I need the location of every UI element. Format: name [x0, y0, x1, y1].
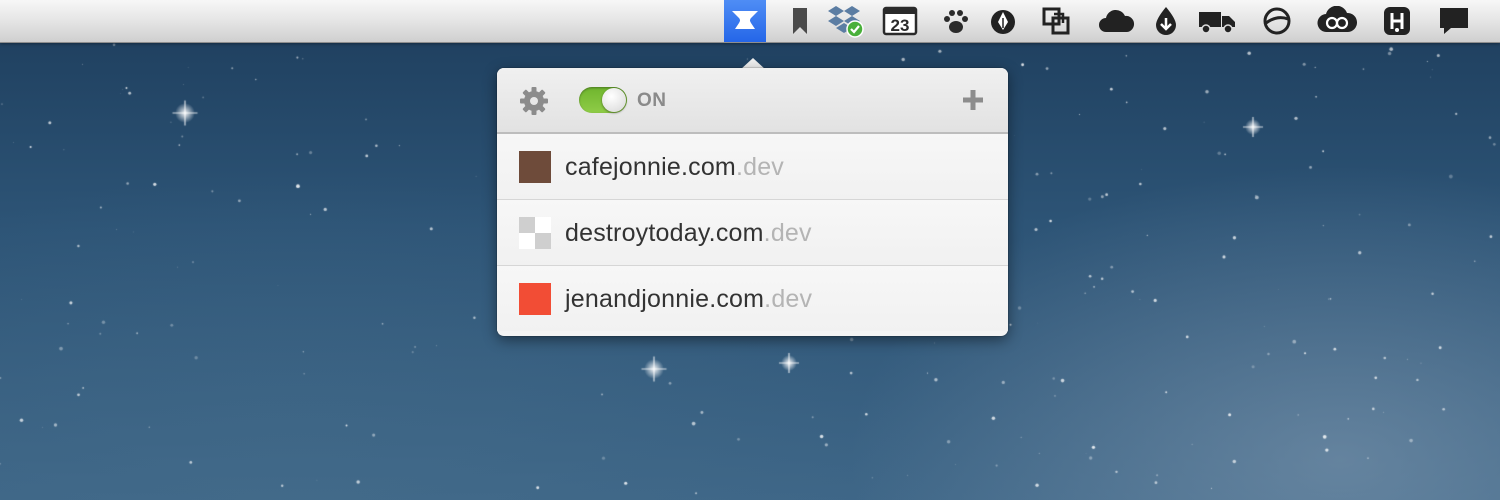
drop-download-icon[interactable] [1145, 0, 1187, 42]
site-list: cafejonnie.com.dev destroytoday.com.dev … [497, 134, 1008, 331]
calendar-icon[interactable]: 23 [879, 0, 921, 42]
paw-icon[interactable] [935, 0, 977, 42]
toggle-knob[interactable] [602, 88, 626, 112]
sites-popover: ON cafejonnie.com.dev destroytoday.com.d… [497, 68, 1008, 336]
gear-icon[interactable] [519, 86, 549, 116]
power-toggle[interactable] [579, 87, 627, 113]
dropbox-icon[interactable] [824, 0, 866, 42]
site-tld: .dev [735, 153, 785, 181]
site-domain: cafejonnie.com [565, 153, 736, 181]
truck-icon[interactable] [1196, 0, 1238, 42]
site-name: cafejonnie.com.dev [565, 153, 784, 182]
pow-anvil-icon[interactable] [724, 0, 766, 42]
calendar-day-number: 23 [891, 16, 910, 35]
site-tld: .dev [763, 219, 812, 247]
site-color-swatch [519, 151, 551, 183]
site-domain: jenandjonnie.com [565, 285, 765, 313]
menu-bar: 23 [0, 0, 1500, 43]
site-tld: .dev [764, 285, 813, 313]
cloud-icon[interactable] [1095, 0, 1137, 42]
site-color-swatch [519, 217, 551, 249]
creative-cloud-icon[interactable] [1316, 0, 1358, 42]
site-color-swatch [519, 283, 551, 315]
pen-nib-icon[interactable] [982, 0, 1024, 42]
site-name: jenandjonnie.com.dev [565, 285, 812, 314]
app-h-icon[interactable] [1376, 0, 1418, 42]
bookmark-icon[interactable] [779, 0, 821, 42]
site-domain: destroytoday.com [565, 219, 764, 247]
toggle-state-label: ON [637, 90, 667, 111]
popover-header: ON [497, 68, 1008, 134]
site-row-jenandjonnie[interactable]: jenandjonnie.com.dev [497, 266, 1008, 331]
site-row-destroytoday[interactable]: destroytoday.com.dev [497, 200, 1008, 266]
circle-arc-icon[interactable] [1256, 0, 1298, 42]
window-resize-icon[interactable] [1035, 0, 1077, 42]
site-name: destroytoday.com.dev [565, 219, 812, 248]
speech-bubble-icon[interactable] [1433, 0, 1475, 42]
add-site-button[interactable] [958, 85, 988, 115]
site-row-cafejonnie[interactable]: cafejonnie.com.dev [497, 134, 1008, 200]
